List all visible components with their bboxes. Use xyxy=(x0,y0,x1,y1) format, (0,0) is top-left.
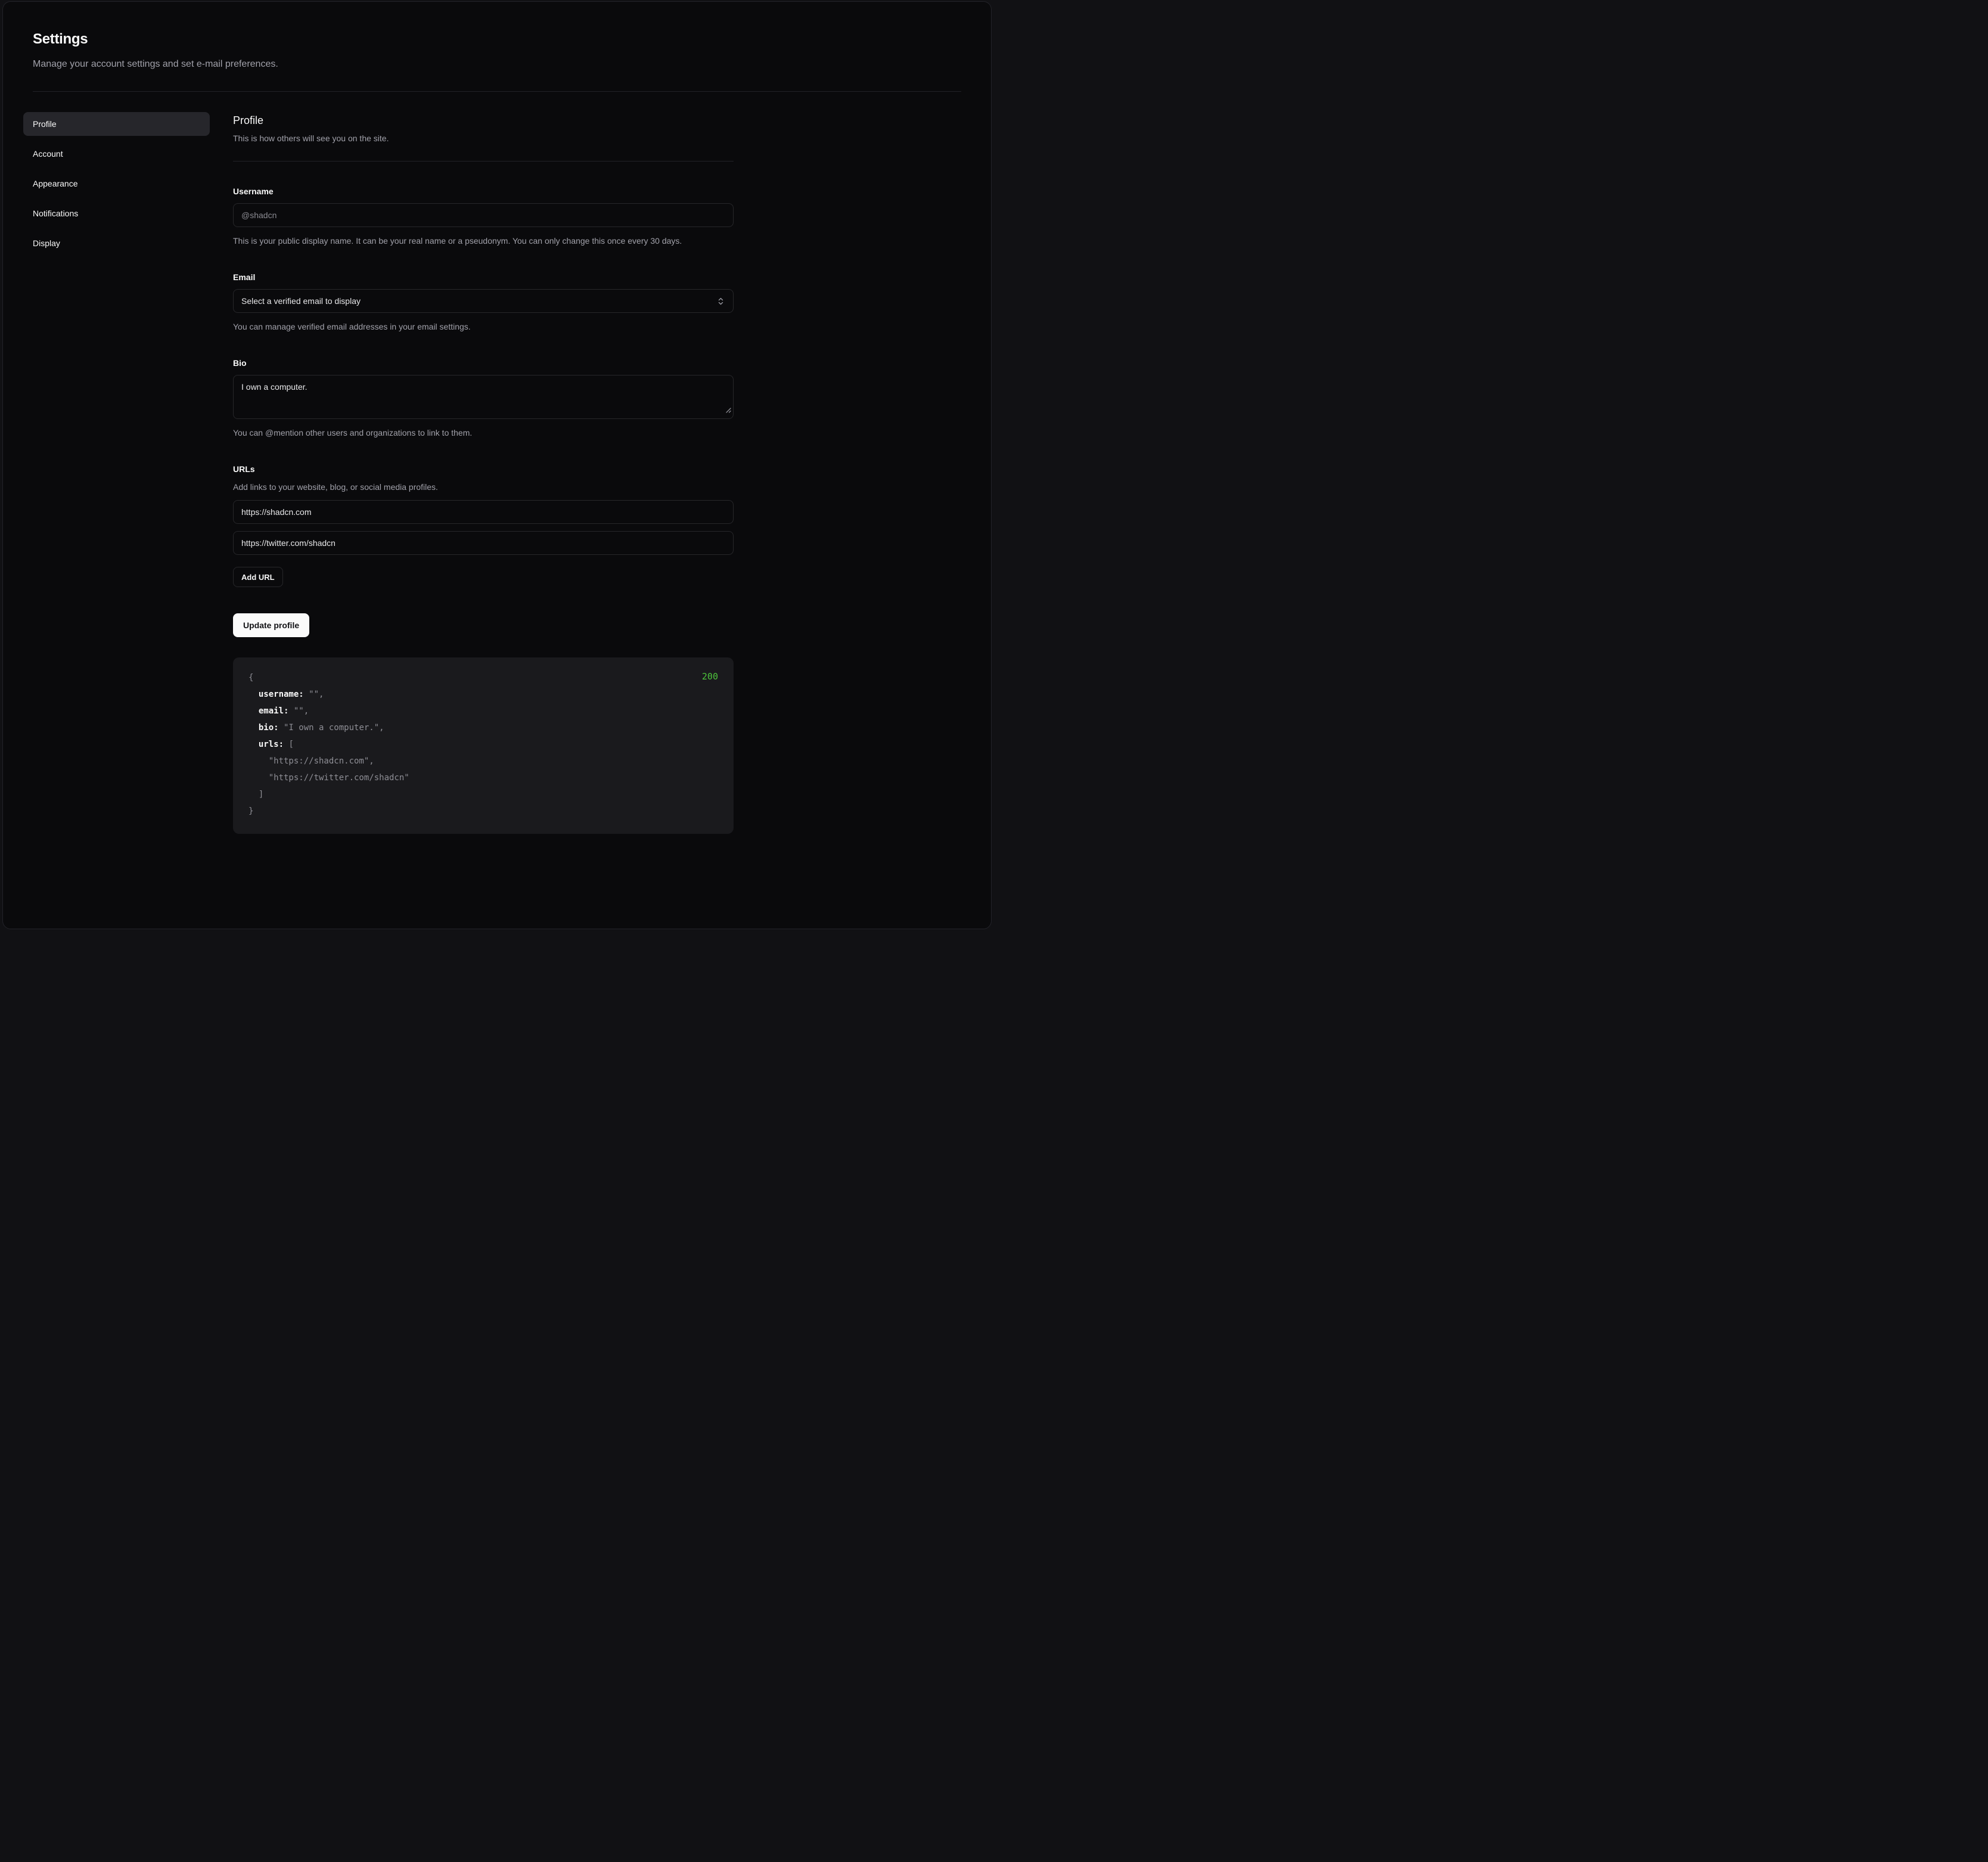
code-line: } xyxy=(248,803,718,820)
add-url-button[interactable]: Add URL xyxy=(233,567,283,587)
section-subtitle: This is how others will see you on the s… xyxy=(233,132,734,144)
urls-description: Add links to your website, blog, or soci… xyxy=(233,481,734,493)
url-input-1[interactable] xyxy=(233,500,734,524)
sidebar-item-label: Notifications xyxy=(33,209,78,218)
settings-sidebar: Profile Account Appearance Notifications… xyxy=(23,112,210,882)
username-label: Username xyxy=(233,185,734,197)
chevrons-up-down-icon xyxy=(716,297,725,306)
code-line: email: "", xyxy=(248,703,718,719)
section-separator xyxy=(233,161,734,162)
email-label: Email xyxy=(233,271,734,283)
url-input-2[interactable] xyxy=(233,531,734,555)
code-line: urls: [ xyxy=(248,736,718,753)
header-separator xyxy=(33,91,961,92)
profile-section: Profile This is how others will see you … xyxy=(233,112,734,882)
page-subtitle: Manage your account settings and set e-m… xyxy=(33,58,961,71)
status-code-badge: 200 xyxy=(702,668,718,685)
bio-textarea[interactable]: I own a computer. xyxy=(233,375,734,419)
email-form-item: Email Select a verified email to display… xyxy=(233,271,734,333)
email-help: You can manage verified email addresses … xyxy=(233,320,734,333)
sidebar-item-appearance[interactable]: Appearance xyxy=(23,172,210,195)
sidebar-item-account[interactable]: Account xyxy=(23,142,210,166)
code-line: username: "", xyxy=(248,686,718,703)
resize-handle-icon[interactable] xyxy=(725,406,732,417)
username-form-item: Username This is your public display nam… xyxy=(233,185,734,247)
urls-form-item: URLs Add links to your website, blog, or… xyxy=(233,463,734,587)
sidebar-item-label: Display xyxy=(33,238,60,248)
code-line: { xyxy=(248,669,718,686)
section-title: Profile xyxy=(233,112,734,129)
page-title: Settings xyxy=(33,30,961,48)
email-select-value: Select a verified email to display xyxy=(241,296,361,306)
sidebar-item-label: Account xyxy=(33,149,63,159)
bio-label: Bio xyxy=(233,357,734,369)
username-help: This is your public display name. It can… xyxy=(233,234,710,247)
sidebar-item-notifications[interactable]: Notifications xyxy=(23,201,210,225)
email-select[interactable]: Select a verified email to display xyxy=(233,289,734,313)
sidebar-item-label: Profile xyxy=(33,119,57,129)
update-profile-button[interactable]: Update profile xyxy=(233,613,309,637)
sidebar-item-profile[interactable]: Profile xyxy=(23,112,210,136)
code-line: "https://twitter.com/shadcn" xyxy=(248,769,718,786)
content-row: Profile Account Appearance Notifications… xyxy=(33,112,961,882)
code-line: bio: "I own a computer.", xyxy=(248,719,718,736)
username-input[interactable] xyxy=(233,203,734,227)
sidebar-item-label: Appearance xyxy=(33,179,78,188)
settings-card: Settings Manage your account settings an… xyxy=(2,1,992,929)
urls-label: URLs xyxy=(233,463,734,475)
bio-textarea-wrap: I own a computer. xyxy=(233,375,734,419)
sidebar-item-display[interactable]: Display xyxy=(23,231,210,255)
bio-form-item: Bio I own a computer. You can @mention o… xyxy=(233,357,734,439)
code-line: ] xyxy=(248,786,718,803)
code-line: "https://shadcn.com", xyxy=(248,753,718,769)
bio-help: You can @mention other users and organiz… xyxy=(233,426,734,439)
response-code-panel: 200 { username: "", email: "", bio: "I o… xyxy=(233,657,734,834)
